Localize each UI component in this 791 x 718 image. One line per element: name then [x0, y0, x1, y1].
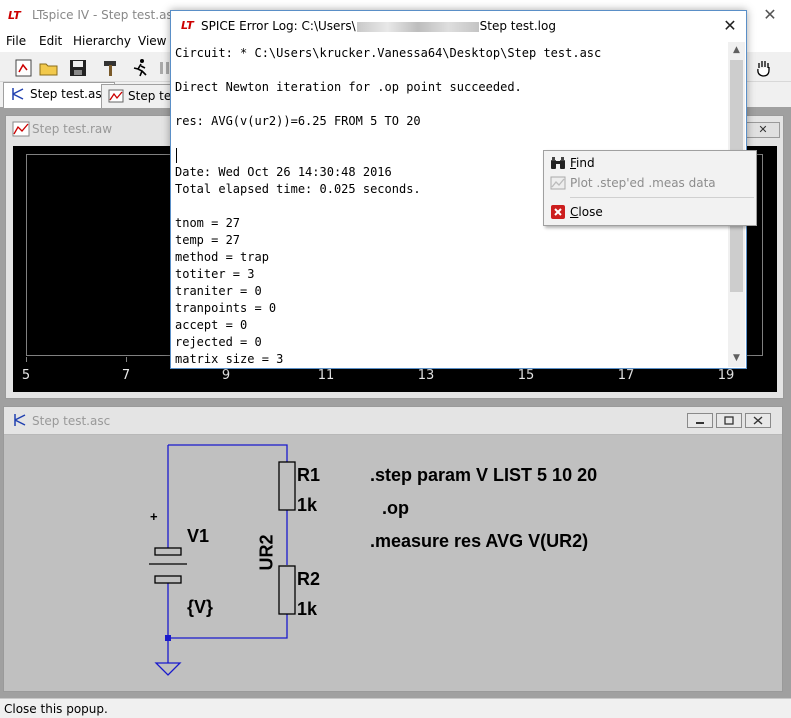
log-line: temp = 27: [175, 233, 241, 247]
x-tick-mark: [126, 357, 127, 362]
log-line: res: AVG(v(ur2))=6.25 FROM 5 TO 20: [175, 114, 421, 128]
x-tick-label: 19: [717, 368, 735, 383]
context-menu: Find Plot .step'ed .meas data Close: [543, 150, 757, 226]
main-close-button[interactable]: ✕: [762, 6, 778, 24]
schematic-window-title: Step test.asc: [32, 414, 111, 428]
redacted-username: [356, 21, 479, 32]
ltspice-logo-icon: LT: [8, 9, 21, 22]
schematic-close-button[interactable]: [745, 413, 771, 428]
x-tick-label: 17: [617, 368, 635, 383]
v1-name-label[interactable]: V1: [187, 526, 209, 547]
menu-edit[interactable]: Edit: [39, 34, 62, 48]
x-tick-label: 5: [21, 368, 31, 383]
text-caret: [176, 148, 177, 163]
context-menu-close[interactable]: Close: [546, 202, 754, 223]
log-line: method = trap: [175, 250, 269, 264]
scroll-up-arrow-icon[interactable]: ▲: [728, 42, 745, 59]
x-tick-label: 11: [317, 368, 335, 383]
r2-name-label[interactable]: R2: [297, 569, 320, 590]
directive-op[interactable]: .op: [382, 498, 409, 519]
save-icon[interactable]: [66, 56, 88, 78]
menu-file[interactable]: File: [6, 34, 26, 48]
context-menu-plot-meas[interactable]: Plot .step'ed .meas data: [546, 173, 754, 194]
log-line: traniter = 0: [175, 284, 262, 298]
ltspice-logo-icon: LT: [181, 19, 194, 32]
battery-symbol: [149, 547, 187, 584]
title-path-prefix: SPICE Error Log: C:\Users\: [201, 19, 356, 33]
schematic-title-bar[interactable]: Step test.asc: [4, 407, 782, 435]
resistor-r2-symbol: [278, 565, 296, 615]
status-bar: Close this popup.: [0, 698, 791, 718]
scroll-down-arrow-icon[interactable]: ▼: [728, 350, 745, 367]
menu-view[interactable]: View: [138, 34, 166, 48]
menu-separator: [570, 197, 754, 198]
battery-plus-sign: +: [150, 509, 158, 524]
waveform-window-title: Step test.raw: [32, 122, 113, 136]
directive-step[interactable]: .step param V LIST 5 10 20: [370, 465, 597, 486]
r1-name-label[interactable]: R1: [297, 465, 320, 486]
schematic-window: Step test.asc + V1 {V} R1 1k R2 1k UR2 .…: [3, 406, 783, 692]
x-tick-mark: [26, 357, 27, 362]
plot-meas-label: Plot .step'ed .meas data: [570, 176, 716, 190]
schematic-tab-icon: [12, 88, 24, 100]
x-tick-label: 9: [221, 368, 231, 383]
log-line: totiter = 3: [175, 267, 255, 281]
log-line: Circuit: * C:\Users\krucker.Vanessa64\De…: [175, 46, 602, 60]
log-line: tranpoints = 0: [175, 301, 277, 315]
tab-label: Step test.asc: [30, 87, 109, 101]
find-rest: ind: [576, 156, 595, 170]
log-line: Direct Newton iteration for .op point su…: [175, 80, 522, 94]
junction-dot: [165, 635, 171, 641]
error-log-title-bar[interactable]: LT SPICE Error Log: C:\Users\ Step test.l…: [171, 11, 746, 41]
r1-value-label[interactable]: 1k: [297, 495, 317, 516]
close-rest: lose: [578, 205, 603, 219]
resistor-r1-symbol: [278, 461, 296, 511]
error-log-close-button[interactable]: ✕: [721, 16, 739, 36]
waveform-window-icon: [12, 121, 30, 137]
plot-icon: [550, 176, 566, 190]
waveform-close-button[interactable]: ✕: [746, 122, 780, 138]
x-tick-label: 15: [517, 368, 535, 383]
new-schematic-icon[interactable]: [12, 56, 34, 78]
r2-value-label[interactable]: 1k: [297, 599, 317, 620]
x-tick-label: 13: [417, 368, 435, 383]
net-label-ur2[interactable]: UR2: [257, 534, 278, 570]
close-red-icon: [551, 205, 565, 219]
v1-value-label[interactable]: {V}: [187, 597, 213, 618]
restore-button[interactable]: [716, 413, 742, 428]
run-icon[interactable]: [128, 56, 150, 78]
close-label: Close: [570, 205, 603, 219]
schematic-canvas[interactable]: + V1 {V} R1 1k R2 1k UR2 .step param V L…: [9, 437, 778, 687]
waveform-tab-icon: [108, 89, 124, 103]
error-log-title: SPICE Error Log: C:\Users\ Step test.log: [201, 19, 556, 33]
close-icon: [753, 416, 763, 425]
title-file-name: Step test.log: [479, 19, 556, 33]
directive-measure[interactable]: .measure res AVG V(UR2): [370, 531, 588, 552]
log-line: matrix size = 3: [175, 352, 284, 366]
binoculars-icon: [551, 157, 565, 169]
pan-hand-icon[interactable]: [752, 56, 774, 78]
schematic-window-icon: [14, 414, 26, 426]
tab-step-test-asc[interactable]: Step test.asc: [3, 82, 116, 109]
hammer-icon[interactable]: [98, 56, 120, 78]
log-line: accept = 0: [175, 318, 248, 332]
context-menu-find[interactable]: Find: [546, 153, 754, 174]
main-window-title: LTspice IV - Step test.asc: [32, 8, 180, 22]
menu-hierarchy[interactable]: Hierarchy: [73, 34, 131, 48]
status-text: Close this popup.: [4, 702, 108, 716]
find-label: Find: [570, 156, 595, 170]
ground-icon: [154, 662, 182, 676]
x-tick-label: 7: [121, 368, 131, 383]
restore-icon: [724, 416, 734, 425]
minimize-icon: [696, 422, 704, 424]
minimize-button[interactable]: [687, 413, 713, 428]
log-line: rejected = 0: [175, 335, 262, 349]
open-folder-icon[interactable]: [37, 56, 59, 78]
